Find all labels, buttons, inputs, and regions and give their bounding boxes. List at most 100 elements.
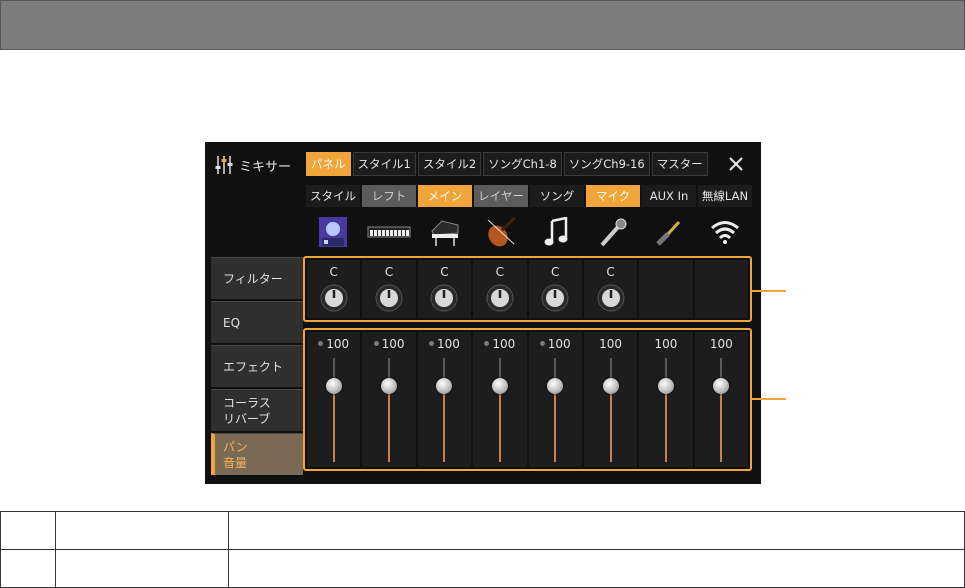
volume-slider-thumb[interactable]: [657, 378, 674, 394]
volume-track[interactable]: [332, 384, 335, 462]
table-row: [0, 511, 965, 550]
volume-cell: 100: [583, 332, 638, 467]
volume-value: 100: [584, 337, 637, 351]
pan-value: C: [440, 265, 449, 279]
side-menu-label: コーラス: [223, 395, 271, 410]
pan-knob[interactable]: [375, 284, 403, 312]
volume-slider-thumb[interactable]: [713, 378, 730, 394]
volume-track[interactable]: [554, 384, 557, 462]
part-button-6[interactable]: AUX In: [642, 185, 696, 207]
pan-cell: C: [362, 260, 416, 318]
side-menu-item-1[interactable]: EQ: [211, 301, 303, 343]
table-cell: [55, 511, 229, 550]
table-cell: [0, 511, 56, 550]
side-menu-label: エフェクト: [223, 359, 284, 374]
volume-cell: 100: [362, 332, 416, 467]
volume-slider-thumb[interactable]: [547, 378, 564, 394]
side-menu-label-line2: リバーブ: [223, 411, 271, 426]
volume-panel: 100 100 100 100 100 100 100 100: [303, 328, 752, 471]
volume-cell: 100: [694, 332, 748, 467]
volume-slider-thumb[interactable]: [602, 378, 619, 394]
mixer-screen: ミキサー パネル スタイル1 スタイル2 ソングCh1-8 ソングCh9-16 マスター …: [205, 142, 761, 484]
info-table: [0, 511, 965, 588]
volume-value-text: 100: [381, 337, 405, 351]
volume-value-text: 100: [599, 337, 623, 351]
part-button-4[interactable]: ソング: [530, 185, 584, 207]
tab-0[interactable]: パネル: [306, 152, 351, 176]
keyboard-icon[interactable]: [362, 212, 416, 252]
pan-cell: C: [417, 260, 472, 318]
mixer-title: ミキサー: [215, 154, 291, 176]
volume-track[interactable]: [664, 384, 667, 462]
pan-knob[interactable]: [541, 284, 569, 312]
mixer-tabs: パネル スタイル1 スタイル2 ソングCh1-8 ソングCh9-16 マスター: [306, 152, 708, 176]
side-menu-label-line2: 音量: [223, 455, 248, 470]
side-menu-item-2[interactable]: エフェクト: [211, 345, 303, 387]
volume-value: 100: [639, 337, 692, 351]
volume-value: 100: [362, 337, 415, 351]
volume-value: 100: [473, 337, 526, 351]
volume-track[interactable]: [388, 384, 391, 462]
volume-value-text: 100: [492, 337, 516, 351]
pan-knob[interactable]: [320, 284, 348, 312]
table-cell: [55, 549, 229, 588]
side-menu-item-4[interactable]: パン 音量: [211, 433, 303, 475]
violin-icon[interactable]: [474, 212, 528, 252]
part-button-5[interactable]: マイク: [586, 185, 640, 207]
volume-indicator-dot: [373, 341, 379, 346]
grand-piano-icon[interactable]: [418, 212, 472, 252]
mixer-sliders-icon: [215, 156, 233, 174]
tab-3[interactable]: ソングCh1-8: [483, 152, 562, 176]
side-menu-label: パン: [223, 439, 248, 454]
volume-track[interactable]: [498, 384, 501, 462]
pan-knob[interactable]: [486, 284, 514, 312]
pan-knob[interactable]: [430, 284, 458, 312]
volume-slider-thumb[interactable]: [491, 378, 508, 394]
side-menu-item-0[interactable]: フィルター: [211, 257, 303, 299]
tab-5[interactable]: マスター: [651, 152, 708, 176]
pan-cell: C: [583, 260, 638, 318]
pan-cell: C: [307, 260, 361, 318]
volume-track[interactable]: [720, 384, 723, 462]
wifi-icon[interactable]: [698, 212, 752, 252]
pan-value: C: [495, 265, 504, 279]
volume-indicator-dot: [539, 341, 545, 346]
microphone-icon[interactable]: [586, 212, 640, 252]
audio-plug-icon[interactable]: [642, 212, 696, 252]
pan-knob[interactable]: [597, 284, 625, 312]
part-button-1[interactable]: レフト: [362, 185, 416, 207]
tab-4[interactable]: ソングCh9-16: [563, 152, 650, 176]
volume-callout-line: [752, 398, 786, 400]
top-header-bar: [0, 0, 965, 50]
mic-stand-icon[interactable]: [306, 212, 360, 252]
volume-track[interactable]: [443, 384, 446, 462]
tab-1[interactable]: スタイル1: [352, 152, 416, 176]
volume-cell: 100: [528, 332, 582, 467]
part-buttons: スタイル レフト メイン レイヤー ソング マイク AUX In 無線LAN: [306, 185, 752, 207]
pan-callout-line: [752, 290, 786, 292]
music-note-icon[interactable]: [530, 212, 584, 252]
part-button-2[interactable]: メイン: [418, 185, 472, 207]
pan-value: C: [550, 265, 560, 279]
part-button-0[interactable]: スタイル: [306, 185, 360, 207]
volume-value-text: 100: [436, 337, 460, 351]
table-cell: [0, 549, 56, 588]
volume-value-text: 100: [654, 337, 678, 351]
part-icons: [306, 212, 752, 252]
side-menu-item-3[interactable]: コーラス リバーブ: [211, 389, 303, 431]
volume-track[interactable]: [609, 384, 612, 462]
table-cell: [228, 549, 965, 588]
volume-slider-thumb[interactable]: [381, 378, 398, 394]
volume-value: 100: [529, 337, 582, 351]
volume-value: 100: [307, 337, 360, 351]
part-button-7[interactable]: 無線LAN: [698, 185, 752, 207]
pan-value: C: [329, 265, 338, 279]
close-icon[interactable]: [726, 154, 746, 174]
part-button-3[interactable]: レイヤー: [474, 185, 528, 207]
tab-2[interactable]: スタイル2: [417, 152, 482, 176]
volume-slider-thumb[interactable]: [436, 378, 453, 394]
volume-slider-thumb[interactable]: [325, 378, 342, 394]
pan-value: C: [384, 265, 394, 279]
volume-value-text: 100: [547, 337, 571, 351]
table-row: [0, 549, 965, 588]
